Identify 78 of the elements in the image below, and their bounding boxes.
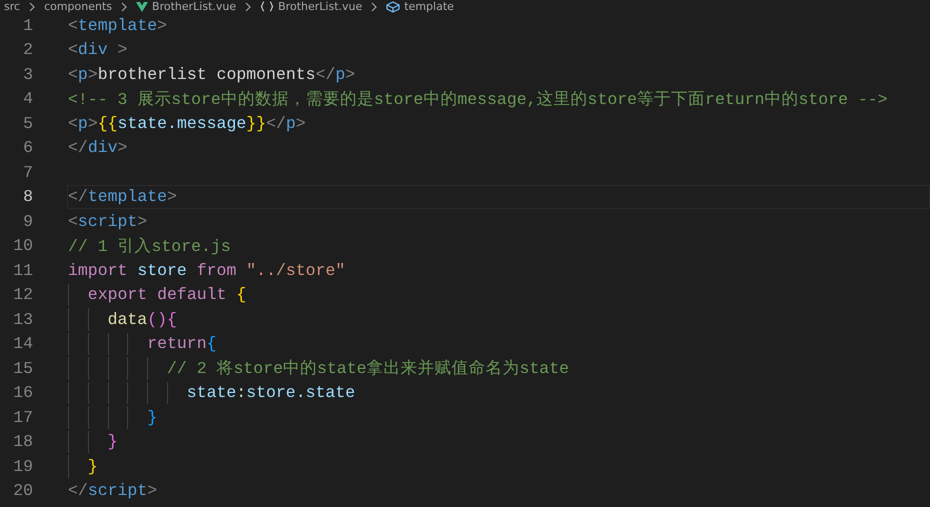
code-token: > [147, 481, 158, 500]
code-token: } [88, 456, 98, 476]
line-number: 16 [12, 383, 33, 402]
line-number: 8 [22, 187, 33, 206]
line-number: 5 [22, 114, 33, 133]
code-token: export default [88, 285, 226, 304]
code-token: {{ [98, 114, 118, 133]
code-token: "../store" [245, 260, 346, 280]
line-number: 13 [12, 310, 33, 329]
code-token: div [88, 138, 118, 158]
line-number: 1 [22, 16, 33, 35]
code-token: template [78, 16, 158, 35]
line-number: 11 [12, 260, 33, 280]
breadcrumb-item[interactable]: template [386, 0, 454, 13]
code-token: p [335, 64, 346, 84]
code-token: // 2 将store中的state拿出来并赋值命名为state [166, 358, 570, 380]
code-token: < [68, 40, 78, 60]
code-token: { [235, 285, 246, 304]
code-token: > [116, 40, 128, 60]
code-token: script [78, 212, 138, 231]
line-number: 6 [22, 138, 33, 158]
breadcrumb-item[interactable]: components [44, 0, 112, 13]
code-token: store [136, 260, 187, 280]
code-token: data [108, 310, 148, 329]
code-token: </ [316, 64, 336, 84]
code-token: p [78, 114, 88, 133]
code-token: } [108, 432, 118, 452]
line-number: 9 [22, 212, 33, 231]
code-token: < [68, 64, 78, 84]
code-token: > [296, 114, 306, 133]
code-token: > [88, 64, 98, 84]
code-token: template [88, 187, 168, 206]
code-token: state [186, 383, 236, 402]
code-token: } [147, 408, 158, 427]
breadcrumb-item[interactable]: BrotherList.vue [260, 0, 362, 13]
code-token: { [206, 334, 217, 354]
code-token: < [68, 16, 78, 35]
breadcrumb-item[interactable]: BrotherList.vue [136, 0, 236, 13]
code-token: p [286, 114, 296, 133]
code-token: > [167, 187, 177, 206]
code-token: // 1 引入store.js [68, 236, 231, 257]
code-token: }} [246, 114, 266, 133]
code-token: return [147, 334, 207, 354]
code-token: < [68, 212, 78, 231]
code-token: > [137, 212, 148, 231]
code-token: </ [68, 187, 88, 206]
code-token: div [78, 40, 108, 60]
code-token: brotherlist copmonents [98, 64, 316, 84]
breadcrumb-item[interactable]: src [4, 0, 20, 13]
code-token: </ [68, 138, 88, 158]
line-number: 2 [22, 40, 33, 60]
code-token: > [157, 16, 168, 35]
code-token: > [345, 64, 356, 84]
code-token: > [118, 138, 128, 158]
line-number: 20 [12, 481, 33, 500]
code-token: </ [68, 481, 88, 500]
line-number: 19 [12, 456, 33, 476]
code-token: (){ [147, 310, 177, 329]
line-number: 14 [12, 334, 33, 354]
code-token: </ [266, 114, 286, 133]
code-token: from [196, 260, 236, 280]
line-number: 4 [22, 89, 33, 108]
code-token: <!-- 3 展示store中的数据，需要的是store中的message,这里的store等于下面return中的store --> [68, 88, 888, 110]
line-number: 15 [12, 358, 33, 378]
line-number: 3 [22, 64, 33, 84]
line-number: 17 [12, 408, 33, 427]
code-token: import [68, 260, 128, 280]
code-token: store.state [246, 383, 356, 402]
code-token: p [78, 64, 88, 84]
line-number: 18 [12, 432, 33, 452]
code-token: > [88, 114, 98, 133]
code-token: script [88, 481, 148, 500]
code-token: < [68, 114, 78, 133]
code-token: : [236, 383, 246, 402]
line-number: 7 [22, 162, 33, 182]
code-token: state.message [118, 114, 246, 133]
line-number: 12 [12, 285, 33, 304]
line-number: 10 [12, 236, 33, 256]
